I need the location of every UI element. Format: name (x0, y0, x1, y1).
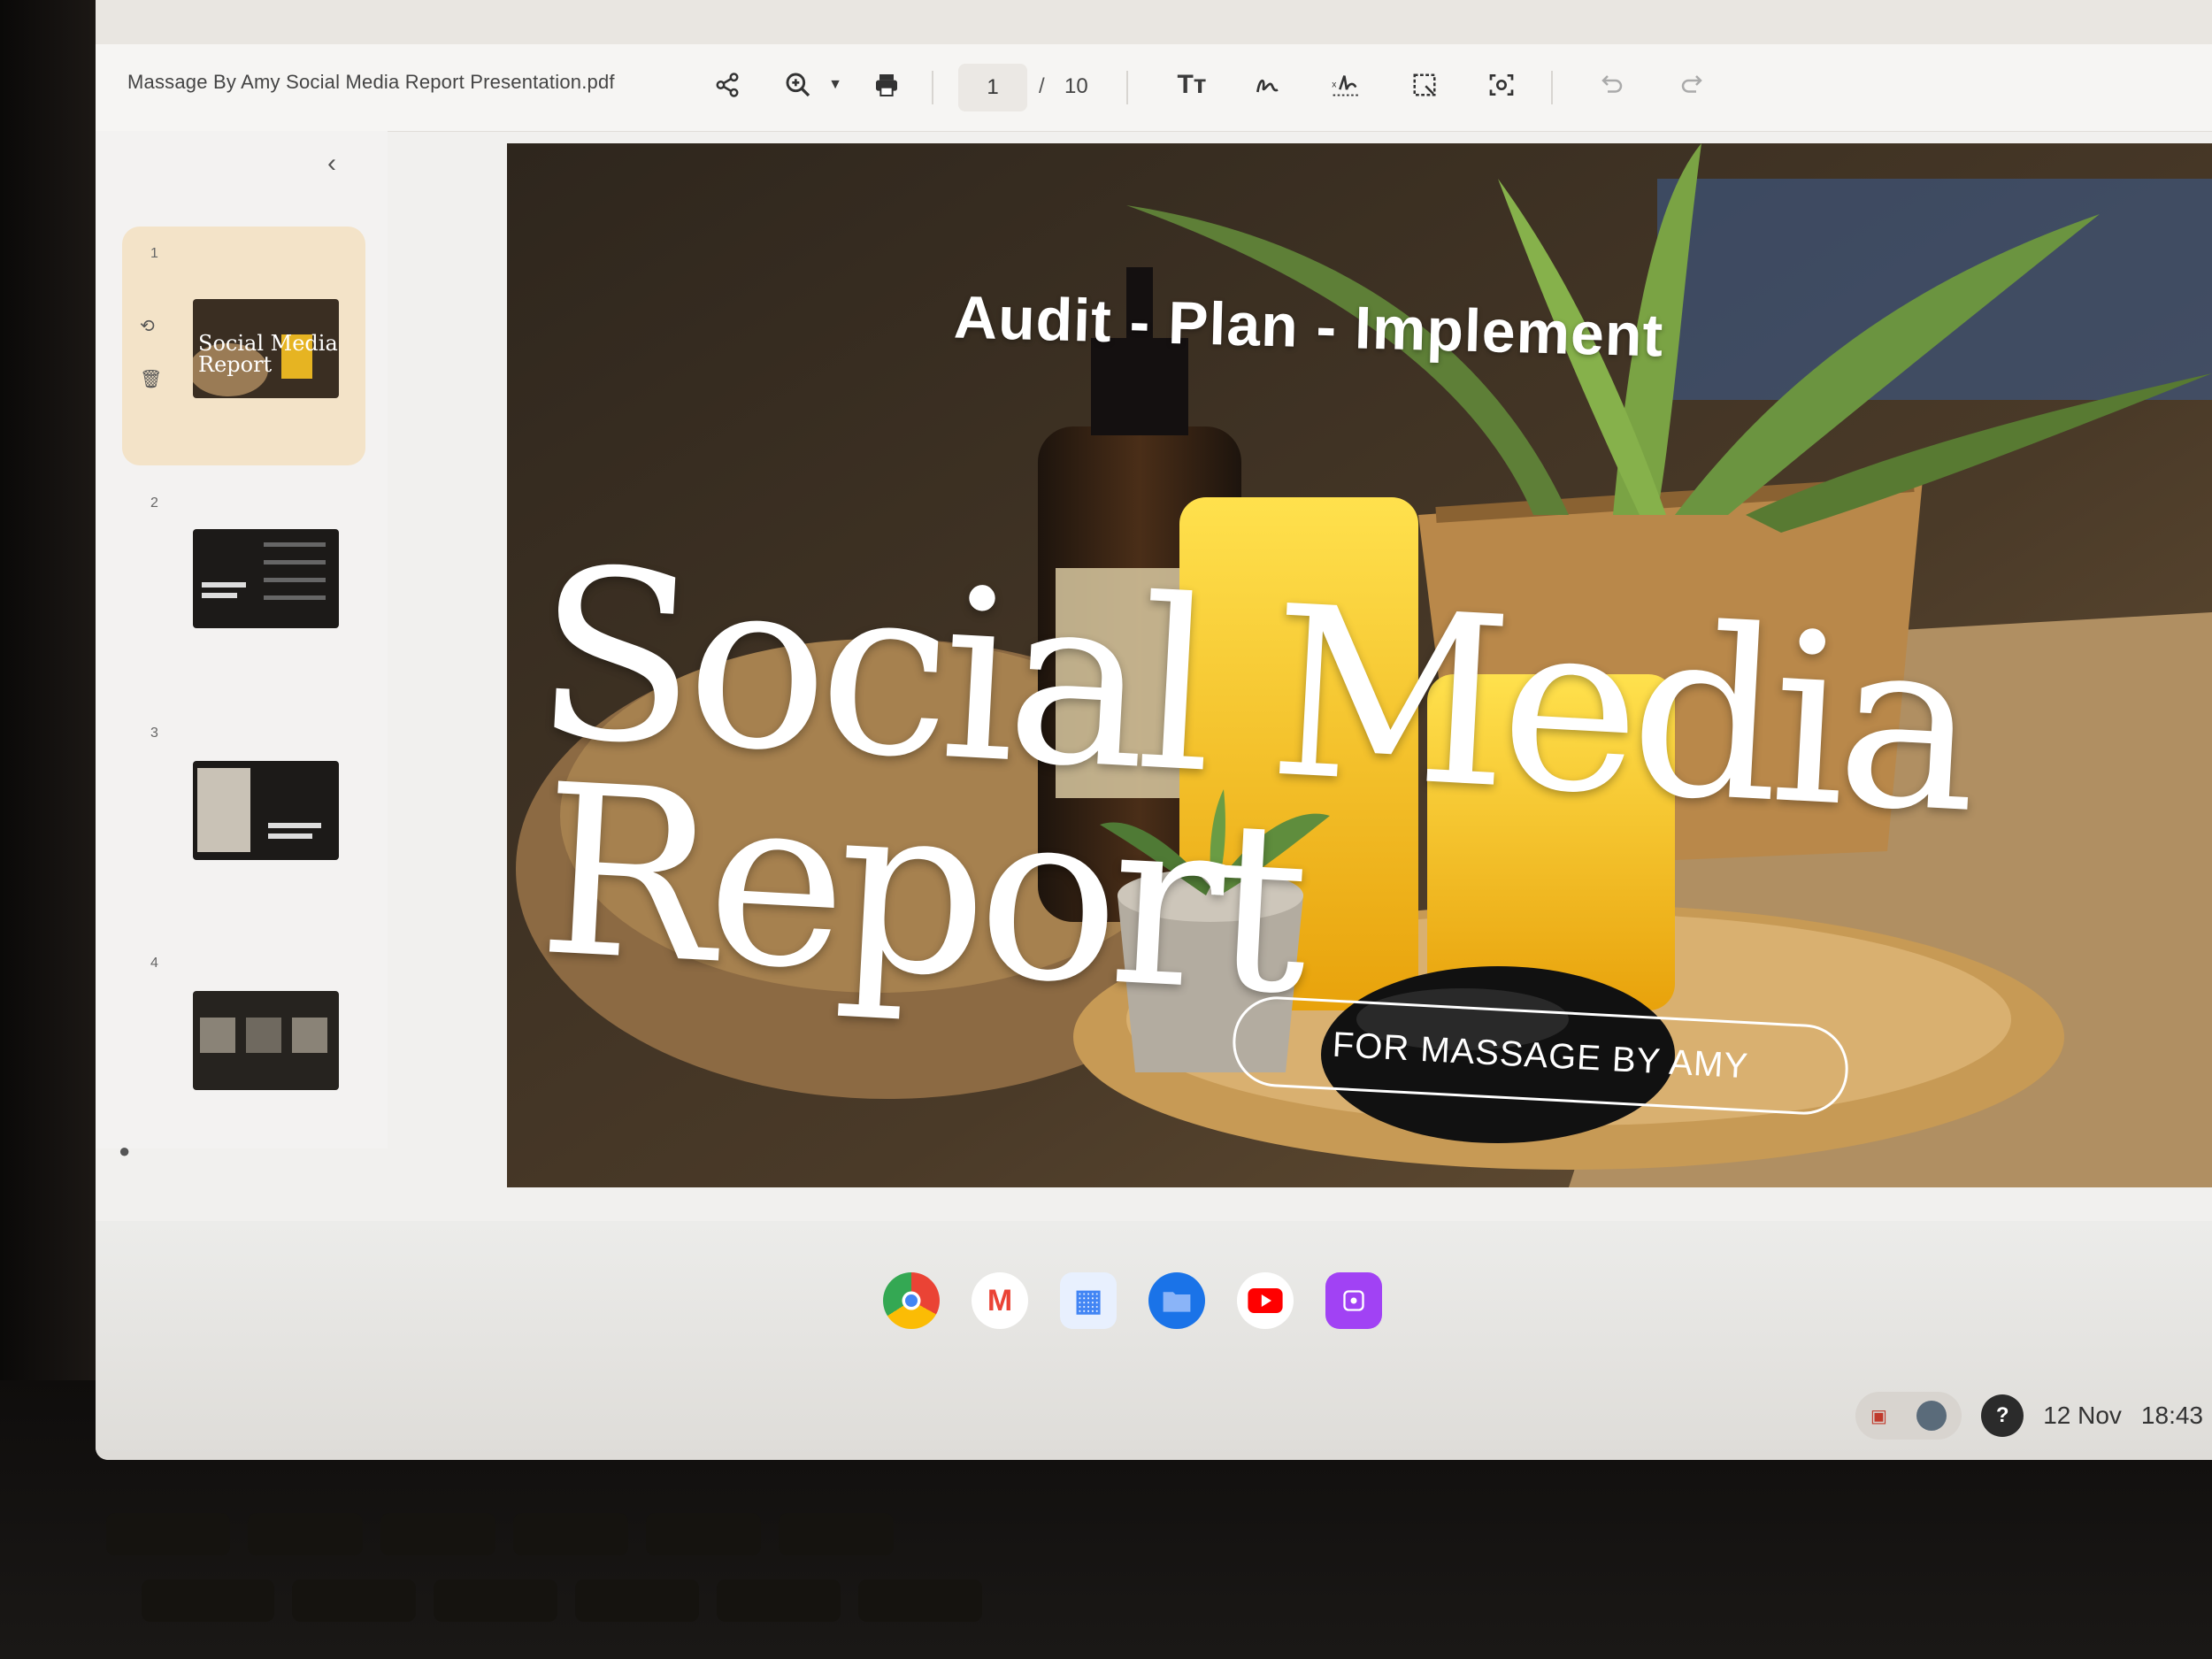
undo-icon[interactable] (1591, 64, 1633, 106)
screen-record-icon: ▣ (1870, 1406, 1887, 1426)
tray-date[interactable]: 12 Nov (2043, 1402, 2122, 1430)
thumbnail-image (193, 761, 339, 860)
chrome-icon[interactable] (883, 1272, 940, 1329)
svg-text:x: x (1332, 81, 1337, 90)
slide-page-1: Audit - Plan - Implement Social Media Re… (507, 143, 2212, 1187)
avatar (1916, 1401, 1947, 1431)
toolbar-divider (1551, 71, 1553, 104)
zoom-dropdown-icon[interactable]: ▼ (814, 64, 856, 106)
os-shelf: M ▦ ▣ ? 12 Nov 18:43 (96, 1221, 2212, 1460)
chevron-left-icon[interactable]: ‹ (327, 149, 336, 179)
thumbnail-number: 4 (150, 956, 158, 971)
document-title: Massage By Amy Social Media Report Prese… (127, 71, 615, 93)
svg-text:Report: Report (198, 352, 273, 377)
rotate-icon[interactable]: ⟲ (140, 315, 155, 337)
draw-icon[interactable] (1246, 64, 1288, 106)
screenshot-icon[interactable] (1480, 64, 1523, 106)
shelf-apps: M ▦ (883, 1272, 1382, 1329)
print-icon[interactable] (865, 64, 908, 106)
redo-icon[interactable] (1671, 64, 1713, 106)
files-icon[interactable] (1148, 1272, 1205, 1329)
page-number-input[interactable]: 1 (958, 64, 1027, 111)
toolbar-divider (932, 71, 933, 104)
thumbnail-image (193, 991, 339, 1090)
page-separator: / (1039, 74, 1045, 98)
thumbnail-page-1[interactable]: 1 ⟲ 🗑 Social Media Report (122, 227, 365, 465)
tray-time[interactable]: 18:43 (2141, 1402, 2203, 1430)
thumbnail-number: 3 (150, 726, 158, 741)
slide-title-line-2: Report (534, 734, 1307, 1047)
docs-icon[interactable]: ▦ (1060, 1272, 1117, 1329)
select-area-icon[interactable] (1403, 64, 1446, 106)
thumbnail-page-3[interactable]: 3 (122, 706, 365, 945)
gmail-icon[interactable]: M (972, 1272, 1028, 1329)
gallery-icon[interactable] (1325, 1272, 1382, 1329)
share-icon[interactable] (706, 64, 749, 106)
thumbnail-image: Social Media Report (193, 299, 339, 398)
pdf-toolbar: Massage By Amy Social Media Report Prese… (96, 44, 2212, 132)
window-top-bar (96, 0, 2212, 44)
thumbnail-page-2[interactable]: 2 (122, 476, 365, 715)
tray-notifications[interactable]: ▣ (1855, 1392, 1962, 1440)
screen: Massage By Amy Social Media Report Prese… (96, 0, 2212, 1460)
thumbnail-number: 2 (150, 495, 158, 511)
thumbnail-sidebar: ‹ 1 ⟲ 🗑 Social Media Report 2 3 4 ● (96, 131, 388, 1162)
thumbnail-number: 1 (150, 246, 158, 261)
slide-client-label: FOR MASSAGE BY AMY (1331, 1025, 1750, 1086)
delete-icon[interactable]: 🗑 (140, 368, 162, 390)
signature-icon[interactable]: x (1325, 64, 1368, 106)
text-tool-icon[interactable]: Tт (1171, 64, 1213, 106)
settings-dot-icon[interactable]: ● (119, 1140, 130, 1163)
status-tray[interactable]: ▣ ? 12 Nov 18:43 (1855, 1385, 2212, 1447)
page-total: 10 (1064, 74, 1088, 98)
help-icon[interactable]: ? (1981, 1394, 2024, 1437)
thumbnail-image (193, 529, 339, 628)
youtube-icon[interactable] (1237, 1272, 1294, 1329)
thumbnail-page-4[interactable]: 4 (122, 936, 365, 1175)
toolbar-divider (1126, 71, 1128, 104)
zoom-in-icon[interactable] (777, 64, 819, 106)
